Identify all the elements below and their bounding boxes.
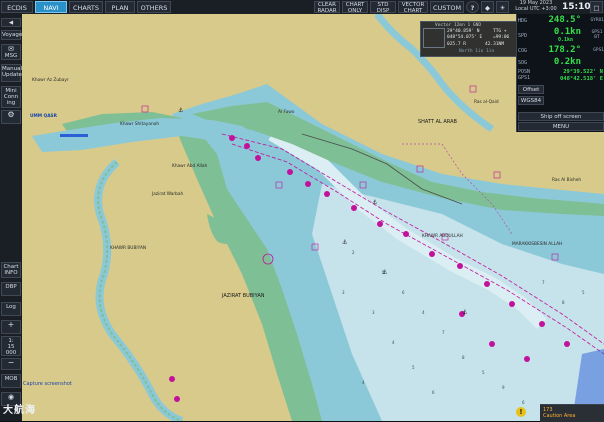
svg-text:⚓: ⚓ [372, 199, 377, 206]
help-icon[interactable]: ? [466, 1, 479, 13]
mini-conning-button[interactable]: Mini Conn ing [1, 86, 21, 108]
caution-area-label[interactable]: Caution Area [543, 413, 575, 419]
log-button[interactable]: Log [1, 302, 21, 316]
cursor-info-overlay: Vector 12mn 1 GND 29°40.859' N 048°54.07… [420, 21, 517, 57]
clear-radar-button[interactable]: CLEAR RADAR [314, 1, 340, 14]
chart-info-button[interactable]: Chart INFO [1, 262, 21, 278]
svg-text:⚓: ⚓ [382, 269, 387, 276]
back-button[interactable]: ◀ [1, 18, 21, 27]
place-marakkisbesin: MARAKKISBESIN ALLAH [512, 242, 563, 247]
zoom-in-icon[interactable]: + [1, 320, 21, 334]
chart-only-button[interactable]: CHART ONLY [342, 1, 368, 14]
caution-warning-icon[interactable]: ! [516, 407, 526, 417]
spd-sub-value: 0.1kn [557, 37, 573, 43]
place-khawr-abdullah-channel: KHAWR ABDULLAH [422, 234, 463, 239]
spd-value: 0.1kn [553, 27, 581, 37]
datum-button[interactable]: WGS84 [518, 96, 544, 105]
place-khawr-bubiyan: KHAWR BUBIYAN [110, 246, 147, 251]
cursor-crosshair-icon [423, 28, 445, 48]
menu-button[interactable]: MENU [518, 122, 604, 131]
place-ras-al-qaid: Ras al-Qaid [474, 100, 499, 105]
svg-text:⚓: ⚓ [178, 107, 183, 114]
mail-icon: ✉ [8, 45, 14, 53]
std-disp-button[interactable]: STD DISP [370, 1, 396, 14]
mini-conning-line3: ing [6, 100, 16, 106]
alarm-bell-icon[interactable]: ◆ [481, 1, 494, 13]
overlay-lat: 29°40.859' N [447, 29, 480, 34]
window-icon[interactable]: □ [590, 1, 603, 13]
hdg-row: HDG 248.5° GYRO1 [517, 15, 604, 27]
clock-time: 15:10 [562, 2, 591, 12]
chart-scale-display[interactable]: 1: 15 000 [1, 336, 21, 356]
hdg-label: HDG [518, 18, 528, 24]
sog-value: 0.2kn [553, 57, 581, 67]
place-ras-al-bisheh: Ras Al Bisheh [552, 178, 582, 183]
place-al-fawo: Al Fawo [278, 110, 295, 115]
cog-row: COG 178.2° GPS1 [517, 45, 604, 57]
zoom-out-icon[interactable]: − [1, 358, 21, 370]
svg-text:⚓: ⚓ [342, 239, 347, 246]
spd-source: GPS1 BT [591, 30, 603, 40]
msg-button[interactable]: ✉ MSG [1, 44, 21, 60]
msg-label: MSG [4, 53, 18, 59]
western-channel-edge [97, 161, 183, 421]
spd-row: SPD 0.1kn 0.1kn GPS1 BT [517, 27, 604, 45]
ship-off-screen-button[interactable]: Ship off screen [518, 112, 604, 121]
place-khawr-shitayanah: Khawr Shitayanah [120, 122, 160, 127]
western-channel [94, 158, 184, 421]
chart-info-line2: INFO [4, 270, 18, 276]
place-khawr-az-zubayr: Khawr Az Zubayr [32, 78, 69, 83]
cog-label: COG [518, 48, 528, 54]
overlay-range: 42.31NM [485, 42, 504, 47]
place-khawr-abd-allah: Khawr Abd Allah [172, 164, 208, 169]
spd-label: SPD [518, 33, 528, 39]
hdg-source: GYRO1 [590, 18, 604, 23]
plan-tab[interactable]: PLAN [105, 1, 135, 13]
charts-tab[interactable]: CHARTS [69, 1, 103, 13]
sog-label: SOG [518, 60, 528, 66]
posn-source: GPS1 [518, 75, 531, 81]
overlay-ttg: TTG + [493, 29, 507, 34]
manual-update-line2: Update [2, 72, 22, 78]
capture-screenshot-label: Capture screenshot [23, 381, 72, 387]
settings-gear-icon[interactable]: ⚙ [1, 110, 21, 124]
offset-button[interactable]: Offset [518, 85, 544, 94]
posn-lat: 29°39.522' N [563, 69, 603, 75]
utc-label: Local UTC +3:00 [515, 6, 557, 12]
voyage-button[interactable]: Voyage [1, 30, 22, 40]
left-sidebar: ◀ Voyage ✉ MSG Manual Update Mini Conn ing ⚙… [0, 14, 23, 421]
hdg-value: 248.5° [548, 15, 581, 25]
mob-button[interactable]: MOB [1, 374, 21, 388]
place-shatt-al-arab: SHATT AL ARAB [418, 119, 457, 125]
custom-button[interactable]: CUSTOM [430, 1, 464, 13]
port-marker [60, 134, 88, 137]
overlay-lon: 048°54.075' E [447, 35, 483, 40]
dbp-button[interactable]: DBP [1, 282, 21, 296]
overlay-eta: =99:06 [493, 35, 510, 40]
ecdis-button[interactable]: ECDIS [1, 1, 33, 13]
nav-info-panel: HDG 248.5° GYRO1 SPD 0.1kn 0.1kn GPS1 BT… [516, 14, 604, 132]
vector-chart-button[interactable]: VECTOR CHART [398, 1, 428, 14]
place-jazirat-warbah: Jazirat Warbah [152, 192, 184, 197]
scale-line3: 000 [5, 350, 17, 356]
status-bar: ! 173 Caution Area [516, 404, 604, 422]
overlay-note: North 1in 1in [459, 49, 495, 54]
place-jazirat-bubiyan: JAZIRAT BUBIYAN [222, 293, 265, 299]
posn-row: POSN GPS1 29°39.522' N 048°42.518' E [517, 69, 604, 83]
place-umm-qasr: UMM QASR [30, 114, 57, 119]
cog-source: GPS1 [593, 48, 604, 53]
top-toolbar: ECDIS NAVI CHARTS PLAN OTHERS CLEAR RADAR… [0, 0, 604, 15]
watermark-logo: 大航海 [3, 405, 36, 416]
navi-tab[interactable]: NAVI [35, 1, 67, 13]
svg-text:⚓: ⚓ [462, 309, 467, 316]
brightness-icon[interactable]: ☀ [496, 1, 509, 13]
posn-lon: 048°42.518' E [559, 76, 603, 82]
overlay-bearing: 025.7 R [447, 42, 466, 47]
cog-value: 178.2° [548, 45, 581, 55]
sog-row: SOG 0.2kn [517, 57, 604, 68]
manual-update-button[interactable]: Manual Update [1, 64, 22, 82]
date-time-info: 19 May 2023 Local UTC +3:00 [511, 0, 561, 12]
others-tab[interactable]: OTHERS [137, 1, 171, 13]
